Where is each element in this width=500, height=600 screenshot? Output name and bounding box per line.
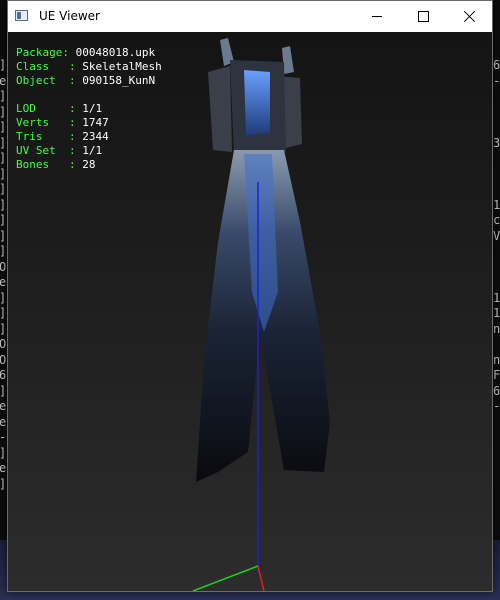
uvset-value: 1/1 bbox=[82, 144, 103, 157]
console-line-char: ] bbox=[0, 120, 6, 136]
verts-row: Verts : 1747 bbox=[16, 116, 162, 130]
class-label: Class : bbox=[16, 60, 83, 73]
console-line-char bbox=[493, 105, 500, 121]
background-console-left-text: ]e]]]]]]]]]]]Oe]]]OO6]ee-]e] bbox=[0, 58, 6, 492]
console-line-char: ] bbox=[0, 229, 6, 245]
left-arm bbox=[208, 66, 232, 152]
console-line-char: ] bbox=[0, 167, 6, 183]
maximize-button[interactable] bbox=[400, 1, 446, 32]
console-line-char: ] bbox=[0, 322, 6, 338]
console-line-char bbox=[493, 151, 500, 167]
lod-value: 1/1 bbox=[82, 102, 103, 115]
console-line-char: ] bbox=[0, 58, 6, 74]
bones-label: Bones : bbox=[16, 158, 83, 171]
close-icon bbox=[464, 11, 475, 22]
console-line-char: ] bbox=[0, 306, 6, 322]
background-console-right-text: 6-31cV11nnF6- bbox=[493, 58, 500, 415]
close-button[interactable] bbox=[446, 1, 492, 32]
window-title: UE Viewer bbox=[39, 9, 100, 23]
uvset-label: UV Set : bbox=[16, 144, 83, 157]
object-row: Object : 090158_KunN bbox=[16, 74, 162, 88]
ue-viewer-window[interactable]: UE Viewer Package: 00048018.upk Class: … bbox=[7, 0, 493, 592]
app-icon[interactable] bbox=[15, 10, 28, 21]
axis-x-line bbox=[257, 565, 265, 591]
console-line-char bbox=[493, 182, 500, 198]
console-line-char: 1 bbox=[493, 290, 500, 305]
axis-y-line bbox=[192, 565, 259, 591]
console-line-char: ] bbox=[0, 182, 6, 198]
tris-row: Tris : 2344 bbox=[16, 130, 162, 144]
maximize-icon bbox=[417, 11, 429, 22]
console-line-char: e bbox=[0, 73, 7, 88]
object-label: Object : bbox=[16, 74, 83, 87]
verts-label: Verts : bbox=[16, 116, 83, 129]
console-line-char: c bbox=[493, 213, 500, 227]
console-line-char: 6 bbox=[493, 383, 500, 398]
console-line-char: F bbox=[493, 368, 500, 382]
console-line-char bbox=[493, 89, 500, 105]
console-line-char: 3 bbox=[493, 135, 500, 150]
object-value: 090158_KunN bbox=[82, 74, 156, 87]
console-line-char: - bbox=[0, 430, 6, 446]
console-line-char: V bbox=[493, 228, 500, 243]
console-line-char: - bbox=[493, 399, 500, 413]
console-line-char: ] bbox=[0, 198, 6, 214]
console-line-char: ] bbox=[0, 105, 6, 121]
package-row: Package: 00048018.upk bbox=[16, 46, 162, 60]
chest-panel bbox=[244, 70, 270, 136]
class-row: Class : SkeletalMesh bbox=[16, 60, 162, 74]
console-line-char: ] bbox=[0, 244, 6, 260]
3d-viewport[interactable]: Package: 00048018.upk Class : SkeletalMe… bbox=[8, 32, 492, 591]
title-bar[interactable]: UE Viewer bbox=[8, 1, 492, 32]
console-line-char: 1 bbox=[493, 306, 500, 320]
bones-row: Bones : 28 bbox=[16, 158, 162, 172]
tris-label: Tris : bbox=[16, 130, 83, 143]
console-line-char: e bbox=[0, 414, 7, 429]
lod-label: LOD : bbox=[16, 102, 83, 115]
console-line-char bbox=[493, 337, 500, 353]
console-line-char: 1 bbox=[493, 197, 500, 212]
console-line-char: ] bbox=[0, 213, 6, 229]
console-line-char: O bbox=[0, 259, 7, 274]
uvset-row: UV Set : 1/1 bbox=[16, 144, 162, 158]
tris-value: 2344 bbox=[82, 130, 109, 143]
console-line-char bbox=[493, 167, 500, 183]
console-line-char bbox=[493, 275, 500, 291]
console-line-char: ] bbox=[0, 89, 6, 105]
console-line-char: ] bbox=[0, 151, 6, 167]
minimize-icon bbox=[372, 16, 382, 17]
console-line-char: e bbox=[0, 399, 7, 413]
console-line-char: n bbox=[493, 352, 500, 367]
console-line-char: ] bbox=[0, 384, 6, 400]
class-value: SkeletalMesh bbox=[82, 60, 162, 73]
minimize-button[interactable] bbox=[354, 1, 400, 32]
lod-row: LOD : 1/1 bbox=[16, 102, 162, 116]
bones-value: 28 bbox=[82, 158, 96, 171]
console-line-char: n bbox=[493, 321, 500, 336]
console-line-char: e bbox=[0, 461, 7, 475]
verts-value: 1747 bbox=[82, 116, 109, 129]
console-line-char bbox=[493, 244, 500, 260]
console-line-char: - bbox=[493, 73, 500, 88]
console-line-char: O bbox=[0, 337, 7, 351]
console-line-char: 6 bbox=[0, 368, 7, 382]
console-line-char: e bbox=[0, 275, 7, 289]
mesh-info-overlay: Package: 00048018.upk Class : SkeletalMe… bbox=[16, 46, 162, 172]
console-line-char: ] bbox=[0, 446, 6, 462]
console-line-char: ] bbox=[0, 291, 6, 307]
package-label: Package: bbox=[16, 46, 76, 59]
console-line-char: ] bbox=[0, 136, 6, 152]
console-line-char: ] bbox=[0, 477, 6, 493]
console-line-char: 6 bbox=[493, 58, 500, 72]
console-line-char bbox=[493, 120, 500, 136]
console-line-char: O bbox=[0, 352, 7, 367]
package-value: 00048018.upk bbox=[75, 46, 156, 59]
console-line-char bbox=[493, 260, 500, 276]
